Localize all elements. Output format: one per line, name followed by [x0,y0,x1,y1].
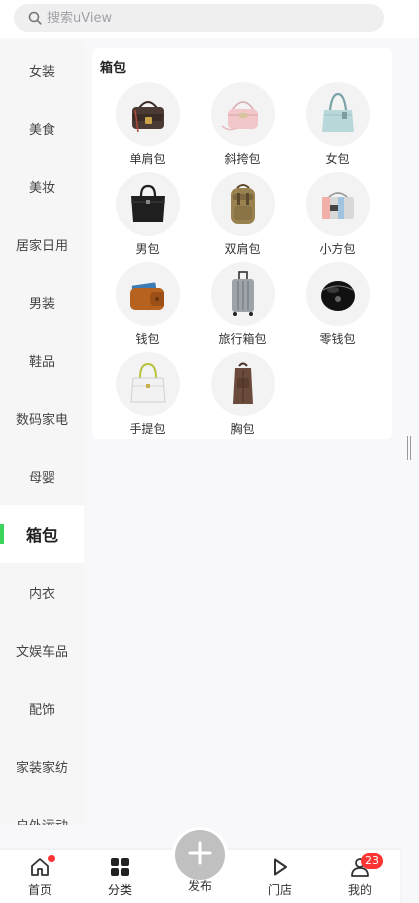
suitcase-icon [210,262,275,326]
subcategory-label: 斜挎包 [224,152,261,166]
tab-label: 门店 [267,883,292,897]
category-content: 箱包 单肩包 斜挎包 女包 男包 双肩包 小方包 钱包 旅行箱包 零钱包 手提包… [92,48,392,439]
sidebar-item-food[interactable]: 美食 [0,99,84,157]
subcategory-item[interactable]: 单肩包 [100,82,195,172]
backpack-icon [210,172,275,236]
search-icon [28,11,42,25]
subcategory-item[interactable]: 男包 [100,172,195,262]
sidebar-item-women[interactable]: 女装 [0,41,84,99]
subcategory-label: 零钱包 [319,332,356,346]
user-icon: 23 [349,853,383,878]
sidebar-item-label: 居家日用 [15,238,68,254]
subcategory-item[interactable]: 旅行箱包 [195,262,290,352]
tab-label: 首页 [27,883,52,897]
shoulder-bag-icon [115,82,180,146]
handbag-icon [115,352,180,416]
sidebar-item-shoes[interactable]: 鞋品 [0,331,84,389]
plus-icon [187,840,213,870]
subcategory-label: 旅行箱包 [218,332,267,346]
section-title: 箱包 [100,61,127,76]
tab-label-publish: 发布 [187,879,212,893]
chest-bag-icon [210,352,275,416]
square-bag-icon [305,172,370,236]
tab-label: 我的 [347,883,372,897]
tab-label: 分类 [107,883,132,897]
subcategory-label: 胸包 [230,422,255,436]
subcategory-label: 男包 [135,242,160,256]
subcategory-label: 小方包 [319,242,356,256]
subcategory-item[interactable]: 双肩包 [195,172,290,262]
publish-button[interactable] [175,830,225,880]
category-sidebar: 女装 美食 美妆 居家日用 男装 鞋品 数码家电 母婴 箱包 内衣 文娱车品 配… [0,41,84,825]
sidebar-item-label: 文娱车品 [15,644,68,660]
subcategory-item[interactable]: 手提包 [100,352,195,442]
sidebar-item-label: 鞋品 [28,354,55,370]
mens-bag-icon [115,172,180,236]
sidebar-item-label: 配饰 [28,702,55,718]
subcategory-label: 单肩包 [129,152,166,166]
sidebar-item-label: 美妆 [28,180,55,196]
subcategory-label: 双肩包 [224,242,261,256]
play-icon [269,856,291,878]
subcategory-label: 手提包 [129,422,166,436]
crossbody-bag-icon [210,82,275,146]
search-bar [0,0,419,38]
notification-dot [48,855,55,862]
subcategory-label: 女包 [325,152,350,166]
tab-category[interactable]: 分类 [80,850,160,903]
sidebar-item-label: 内衣 [28,586,55,602]
subcategory-item[interactable]: 钱包 [100,262,195,352]
subcategory-item[interactable]: 胸包 [195,352,290,442]
subcategory-item[interactable]: 零钱包 [290,262,385,352]
sidebar-item-bags[interactable]: 箱包 [0,505,84,563]
sidebar-item-label: 箱包 [25,526,58,545]
womens-bag-icon [305,82,370,146]
sidebar-item-entertainment-auto[interactable]: 文娱车品 [0,621,84,679]
subcategory-grid: 单肩包 斜挎包 女包 男包 双肩包 小方包 钱包 旅行箱包 零钱包 手提包 胸包 [100,82,388,442]
wallet-icon [115,262,180,326]
sidebar-item-accessories[interactable]: 配饰 [0,679,84,737]
tab-home[interactable]: 首页 [0,850,80,903]
subcategory-item[interactable]: 女包 [290,82,385,172]
home-icon [29,855,55,878]
sidebar-item-baby[interactable]: 母婴 [0,447,84,505]
sidebar-item-men[interactable]: 男装 [0,273,84,331]
sidebar-item-label: 美食 [28,122,55,138]
coin-purse-icon [305,262,370,326]
sidebar-item-home-goods[interactable]: 居家日用 [0,215,84,273]
sidebar-item-outdoor[interactable]: 户外运动 [0,795,84,826]
tab-mine[interactable]: 23 我的 [320,850,400,903]
subcategory-item[interactable]: 斜挎包 [195,82,290,172]
sidebar-item-label: 男装 [28,296,55,312]
category-icon [109,856,131,878]
resize-handle[interactable] [407,436,411,460]
search-box[interactable] [14,4,384,32]
sidebar-item-beauty[interactable]: 美妆 [0,157,84,215]
subcategory-label: 钱包 [135,332,160,346]
sidebar-item-label: 数码家电 [15,412,68,428]
sidebar-item-underwear[interactable]: 内衣 [0,563,84,621]
message-count-badge: 23 [361,853,383,869]
subcategory-item[interactable]: 小方包 [290,172,385,262]
sidebar-item-digital[interactable]: 数码家电 [0,389,84,447]
sidebar-item-label: 女装 [28,64,55,80]
sidebar-item-home-textile[interactable]: 家装家纺 [0,737,84,795]
search-input[interactable] [47,10,347,26]
tab-store[interactable]: 门店 [240,850,320,903]
sidebar-item-label: 母婴 [28,470,55,486]
sidebar-item-label: 家装家纺 [15,760,68,776]
sidebar-item-label: 户外运动 [16,815,68,826]
